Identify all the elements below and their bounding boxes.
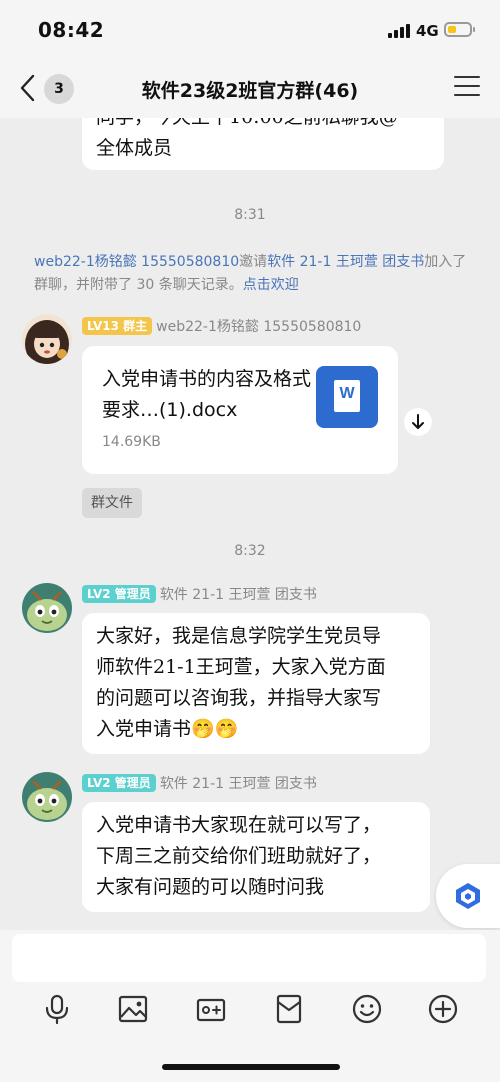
cartoon-avatar-icon: [22, 583, 72, 633]
system-message: web22-1杨铭懿 15550580810邀请软件 21-1 王珂萱 团支书加…: [34, 251, 474, 297]
word-document-icon: W: [316, 366, 378, 428]
network-type: 4G: [416, 22, 439, 40]
invitee-link[interactable]: 软件 21-1 王珂萱 团支书: [267, 254, 424, 270]
voice-button[interactable]: [40, 992, 74, 1026]
more-button[interactable]: [426, 992, 460, 1026]
avatar[interactable]: [22, 772, 72, 822]
red-packet-button[interactable]: [272, 992, 306, 1026]
inviter-link[interactable]: web22-1杨铭懿 15550580810: [34, 254, 239, 270]
chat-header: 3 软件23级2班官方群(46): [0, 60, 500, 118]
message-line: 大家有问题的可以随时问我: [96, 876, 325, 898]
plus-icon: [428, 994, 458, 1024]
message-line: 的问题可以咨询我，并指导大家写: [96, 687, 382, 709]
emoji-button[interactable]: [350, 992, 384, 1026]
download-button[interactable]: [404, 408, 432, 436]
system-text: 邀请: [239, 254, 268, 270]
input-area: [0, 930, 500, 1082]
admin-badge: LV2 管理员: [82, 585, 156, 603]
file-size: 14.69KB: [102, 434, 161, 450]
avatar[interactable]: [22, 583, 72, 633]
message-line: 大家好，我是信息学院学生党员导: [96, 625, 382, 647]
message-line: 下周三之前交给你们班助就好了，: [96, 845, 382, 867]
owner-badge: LV13 群主: [82, 317, 153, 335]
status-bar: 08:42 4G: [0, 0, 500, 60]
sender-name[interactable]: 软件 21-1 王珂萱 团支书: [160, 776, 317, 792]
sender-info: LV2 管理员 软件 21-1 王珂萱 团支书: [82, 773, 317, 793]
avatar[interactable]: [22, 314, 72, 364]
welcome-link[interactable]: 点击欢迎: [243, 277, 299, 293]
message-line: 入党申请书🤭🤭: [96, 718, 239, 740]
admin-badge: LV2 管理员: [82, 774, 156, 792]
home-indicator: [162, 1064, 340, 1070]
unread-count-badge: 3: [44, 74, 74, 104]
word-icon-letter: W: [339, 385, 355, 402]
image-button[interactable]: [116, 992, 150, 1026]
cartoon-avatar-icon: [22, 772, 72, 822]
status-time: 08:42: [38, 18, 105, 42]
red-packet-icon: [276, 994, 302, 1024]
message-line: 同学，今天上午10:00之前私聊我@: [96, 118, 434, 133]
chat-message-list: 同学，今天上午10:00之前私聊我@ 全体成员 8:31 web22-1杨铭懿 …: [0, 118, 500, 930]
sender-name[interactable]: 软件 21-1 王珂萱 团支书: [160, 587, 317, 603]
message-line: 师软件21-1王珂萱，大家入党方面: [96, 656, 386, 678]
chat-title: 软件23级2班官方群(46): [141, 80, 359, 102]
emoji-icon: [352, 994, 382, 1024]
camera-button[interactable]: [194, 992, 228, 1026]
microphone-icon: [45, 994, 69, 1025]
image-icon: [118, 995, 148, 1023]
back-button[interactable]: [14, 70, 44, 106]
message-bubble-partial[interactable]: 同学，今天上午10:00之前私聊我@ 全体成员: [82, 118, 444, 170]
message-bubble[interactable]: 大家好，我是信息学院学生党员导 师软件21-1王珂萱，大家入党方面 的问题可以咨…: [82, 613, 430, 754]
message-input[interactable]: [12, 934, 486, 982]
chevron-left-icon: [20, 74, 35, 102]
cube-logo-icon: [456, 883, 480, 909]
sender-name[interactable]: web22-1杨铭懿 15550580810: [156, 319, 361, 335]
anime-girl-avatar-icon: [22, 314, 72, 364]
timestamp: 8:32: [234, 543, 266, 559]
download-icon: [412, 414, 424, 429]
sender-info: LV13 群主 web22-1杨铭懿 15550580810: [82, 316, 361, 336]
battery-icon: [444, 22, 475, 37]
group-file-tag[interactable]: 群文件: [82, 488, 142, 518]
floating-assistant-button[interactable]: [436, 864, 500, 928]
signal-icon: [388, 24, 410, 38]
file-name: 入党申请书的内容及格式要求…(1).docx: [102, 368, 312, 421]
message-line: 全体成员: [96, 137, 173, 159]
message-bubble[interactable]: 入党申请书大家现在就可以写了， 下周三之前交给你们班助就好了， 大家有问题的可以…: [82, 802, 430, 912]
message-line: 入党申请书大家现在就可以写了，: [96, 814, 382, 836]
file-message-card[interactable]: 入党申请书的内容及格式要求…(1).docx 14.69KB W: [82, 346, 398, 474]
timestamp: 8:31: [234, 207, 266, 223]
menu-button[interactable]: [454, 76, 480, 100]
camera-icon: [196, 998, 226, 1022]
sender-info: LV2 管理员 软件 21-1 王珂萱 团支书: [82, 584, 317, 604]
